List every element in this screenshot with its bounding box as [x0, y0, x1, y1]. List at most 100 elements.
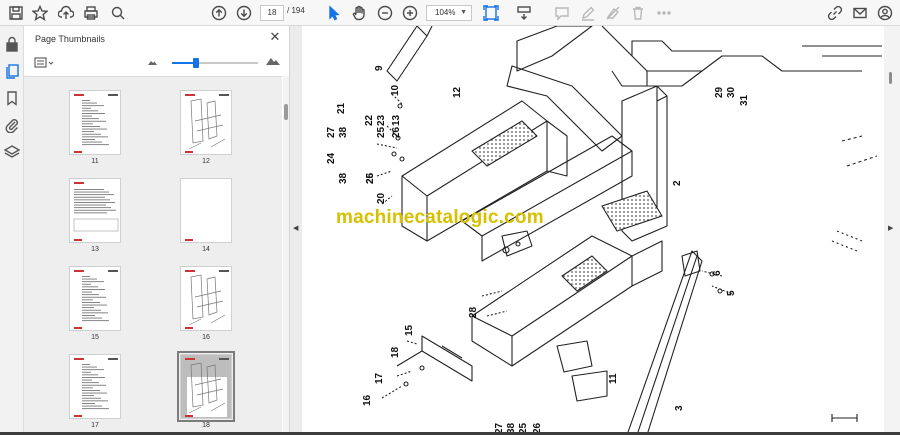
part-callout-13: 13 — [391, 114, 402, 126]
select-arrow-icon[interactable] — [324, 3, 344, 23]
page-thumbnail-11[interactable]: 11 — [69, 90, 121, 165]
navigation-rail — [0, 26, 24, 435]
part-callout-30: 30 — [726, 86, 737, 98]
print-icon[interactable] — [81, 3, 101, 23]
search-icon[interactable] — [108, 3, 128, 23]
panel-splitter[interactable]: ◀ — [290, 26, 302, 435]
part-callout-31: 31 — [739, 94, 750, 106]
part-callout-28: 28 — [468, 306, 479, 318]
thumbnail-page-number: 15 — [91, 334, 99, 341]
collapse-left-icon[interactable]: ◀ — [293, 224, 298, 232]
thumbnail-page-number: 18 — [202, 422, 210, 429]
scroll-mode-icon[interactable] — [514, 3, 534, 23]
attachment-icon[interactable] — [4, 117, 20, 134]
watermark-text: machinecatalogic.com — [336, 207, 544, 228]
document-page[interactable]: 9 10 12 21 22 23 13 27 38 25 26 24 38 25 26 20 2 6 5 28 15 18… — [302, 26, 884, 435]
part-callout-24: 24 — [326, 152, 337, 164]
zoom-out-icon[interactable] — [375, 3, 395, 23]
panel-title: Page Thumbnails — [35, 34, 105, 44]
page-number-input[interactable]: 18 — [260, 5, 284, 21]
exploded-parts-drawing: 910 122122 23 1327 38 25 262438 252620265281518… — [326, 26, 882, 435]
zoom-select[interactable]: 104% ▼ — [426, 5, 472, 21]
part-callout-22: 22 — [364, 114, 375, 126]
part-callout-20: 20 — [376, 192, 387, 204]
part-callout-26: 26 — [365, 172, 376, 184]
erase-icon[interactable] — [603, 3, 623, 23]
thumbnail-image — [69, 178, 121, 243]
part-callout-15: 15 — [404, 324, 415, 336]
part-callout-38: 38 — [338, 126, 349, 138]
save-icon[interactable] — [6, 3, 26, 23]
chevron-down-icon: ▼ — [460, 9, 467, 16]
thumbnail-page-number: 17 — [91, 422, 99, 429]
part-callout-3: 3 — [674, 405, 685, 411]
delete-icon[interactable] — [628, 3, 648, 23]
thumbnail-image — [180, 178, 232, 243]
thumbnail-options-button[interactable] — [34, 56, 56, 68]
close-icon[interactable]: ✕ — [268, 30, 282, 44]
part-callout-11: 11 — [608, 373, 619, 384]
thumbnail-image — [177, 351, 235, 422]
mail-icon[interactable] — [850, 3, 870, 23]
part-callout-18: 18 — [390, 346, 401, 358]
part-callout-26: 26 — [391, 126, 402, 138]
layers-icon[interactable] — [3, 144, 21, 160]
page-thumbnail-14[interactable]: 14 — [180, 178, 232, 253]
mountain-small-icon — [148, 61, 157, 65]
part-callout-27: 27 — [326, 126, 337, 138]
part-callout-9: 9 — [374, 65, 385, 71]
thumbnail-page-number: 12 — [202, 158, 210, 165]
page-up-icon[interactable] — [209, 3, 229, 23]
bookmark-icon[interactable] — [4, 90, 20, 106]
zoom-in-icon[interactable] — [400, 3, 420, 23]
part-callout-23: 23 — [376, 114, 387, 126]
page-thumbnail-13[interactable]: 13 — [69, 178, 121, 253]
hand-icon[interactable] — [349, 3, 369, 23]
page-down-icon[interactable] — [234, 3, 254, 23]
part-callout-2: 2 — [672, 180, 683, 186]
thumbnails-panel: Page Thumbnails ✕ 11 12 13 14 15 16 17 18 — [24, 26, 290, 435]
scrollbar-thumb[interactable] — [889, 72, 892, 84]
thumbnail-page-number: 13 — [91, 246, 99, 253]
mountain-large-icon — [266, 58, 280, 65]
thumbnail-list: 11 12 13 14 15 16 17 18 — [24, 76, 282, 435]
part-callout-5: 5 — [726, 290, 737, 296]
thumbnail-page-number: 14 — [202, 246, 210, 253]
lock-icon[interactable] — [4, 36, 20, 52]
part-callout-17: 17 — [374, 372, 385, 384]
thumbnail-image — [69, 90, 121, 155]
more-icon[interactable] — [654, 3, 674, 23]
expand-right-icon[interactable]: ▶ — [888, 224, 893, 232]
page-thumbnail-18[interactable]: 18 — [177, 351, 235, 429]
pen-icon[interactable] — [578, 3, 598, 23]
thumbnail-image — [180, 266, 232, 331]
part-callout-21: 21 — [336, 102, 347, 114]
thumbnail-image — [69, 266, 121, 331]
top-toolbar: 18 / 194 104% ▼ — [0, 0, 900, 26]
page-thumbnail-17[interactable]: 17 — [69, 354, 121, 429]
page-thumbnails-icon[interactable] — [4, 63, 20, 79]
comment-icon[interactable] — [552, 3, 572, 23]
thumbnail-zoom-slider-handle[interactable] — [193, 58, 200, 68]
page-thumbnail-12[interactable]: 12 — [180, 90, 232, 165]
right-scrollbar[interactable]: ▶ — [884, 26, 900, 435]
link-icon[interactable] — [825, 3, 845, 23]
part-callout-29: 29 — [714, 86, 725, 98]
part-callout-25: 25 — [376, 126, 387, 138]
part-callout-16: 16 — [362, 394, 373, 406]
thumbnail-page-number: 16 — [202, 334, 210, 341]
page-thumbnail-15[interactable]: 15 — [69, 266, 121, 341]
star-icon[interactable] — [30, 3, 50, 23]
thumbnail-tools — [24, 52, 290, 74]
part-callout-38: 38 — [338, 172, 349, 184]
part-callout-10: 10 — [390, 84, 401, 96]
page-total: / 194 — [287, 6, 305, 15]
thumbnail-scrollbar[interactable] — [283, 76, 289, 435]
upload-icon[interactable] — [56, 3, 76, 23]
part-callout-6: 6 — [712, 270, 723, 276]
page-thumbnail-16[interactable]: 16 — [180, 266, 232, 341]
zoom-value: 104% — [435, 8, 456, 17]
thumbnail-image — [69, 354, 121, 419]
fit-page-icon[interactable] — [481, 3, 501, 23]
user-icon[interactable] — [875, 3, 895, 23]
